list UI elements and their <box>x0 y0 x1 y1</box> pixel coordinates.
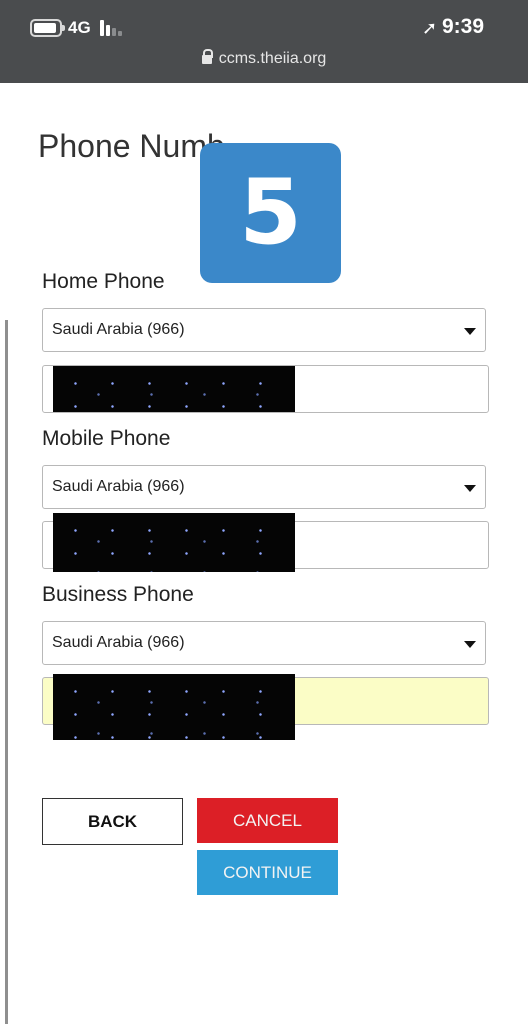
mobile-phone-country-value: Saudi Arabia (966) <box>52 478 185 495</box>
business-phone-label: Business Phone <box>42 583 194 606</box>
redacted-block <box>53 366 295 412</box>
chevron-down-icon <box>464 328 476 335</box>
status-time: 9:39 <box>442 15 485 38</box>
url-bar[interactable]: ccms.theiia.org <box>0 49 528 68</box>
signal-icon <box>100 20 124 36</box>
chevron-down-icon <box>464 485 476 492</box>
continue-button[interactable]: CONTINUE <box>197 850 338 895</box>
home-phone-country-select[interactable]: Saudi Arabia (966) <box>42 308 486 352</box>
scrollbar[interactable] <box>5 320 8 1024</box>
network-type: 4G <box>68 18 91 37</box>
cancel-button[interactable]: CANCEL <box>197 798 338 843</box>
mobile-phone-label: Mobile Phone <box>42 427 171 450</box>
redacted-block <box>53 674 295 740</box>
status-bar: 4G ➚ 9:39 ccms.theiia.org <box>0 0 528 83</box>
location-arrow-icon: ➚ <box>422 18 438 38</box>
battery-icon <box>30 19 65 37</box>
business-phone-country-value: Saudi Arabia (966) <box>52 634 185 651</box>
step-number-badge: 5 <box>200 143 341 283</box>
business-phone-country-select[interactable]: Saudi Arabia (966) <box>42 621 486 665</box>
mobile-phone-country-select[interactable]: Saudi Arabia (966) <box>42 465 486 509</box>
home-phone-country-value: Saudi Arabia (966) <box>52 321 185 338</box>
home-phone-label: Home Phone <box>42 270 165 293</box>
page-title: Phone Numb <box>38 128 225 164</box>
chevron-down-icon <box>464 641 476 648</box>
url-text: ccms.theiia.org <box>218 50 327 67</box>
lock-icon <box>201 49 213 64</box>
back-button[interactable]: BACK <box>42 798 183 845</box>
redacted-block <box>53 513 295 572</box>
